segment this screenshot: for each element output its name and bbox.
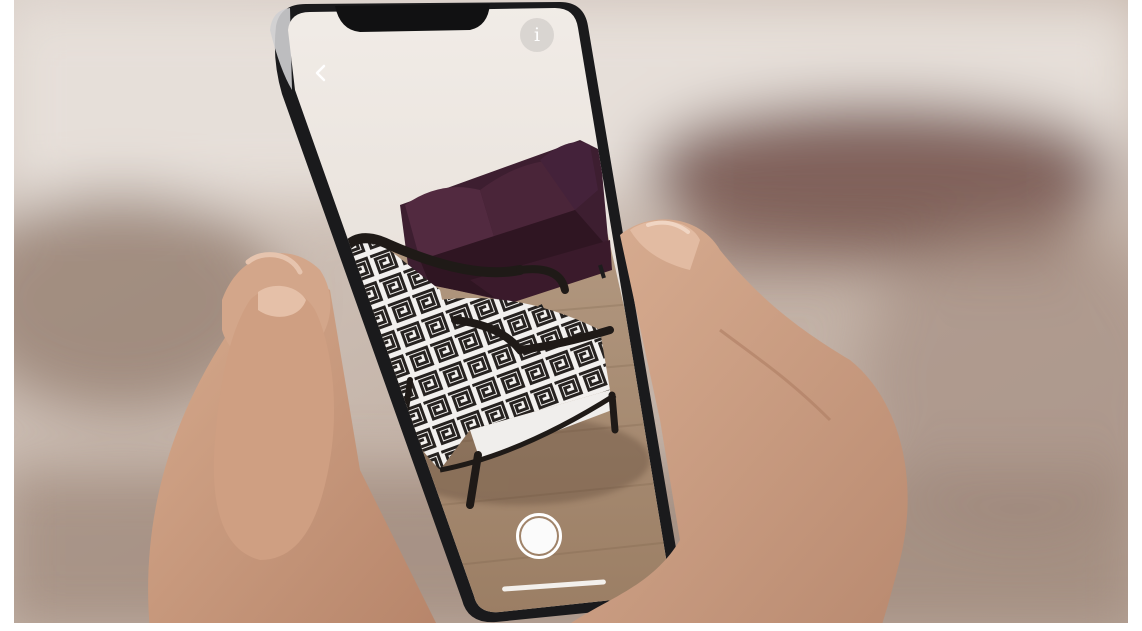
info-icon: i (533, 23, 541, 46)
chevron-left-icon (312, 64, 330, 86)
shutter-button[interactable] (516, 513, 562, 559)
info-button[interactable]: i (520, 18, 554, 52)
back-button[interactable] (304, 58, 338, 92)
phone-notch (335, 4, 490, 32)
photo-scene: i (0, 0, 1142, 631)
shutter-icon (521, 518, 557, 554)
ar-phone-photo (0, 0, 1142, 631)
